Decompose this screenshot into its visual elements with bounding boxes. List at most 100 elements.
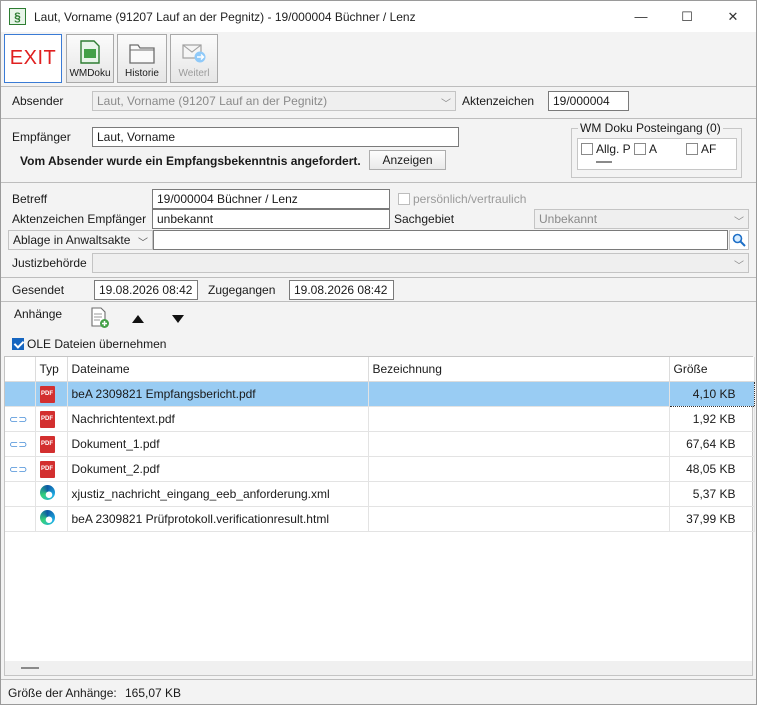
col-groesse[interactable]: Größe [669, 357, 755, 382]
file-type-cell: PDF [35, 381, 68, 407]
table-row[interactable]: ⊂⊃ PDF Dokument_1.pdf 67,64 KB [5, 431, 755, 457]
close-button[interactable]: ✕ [710, 1, 756, 32]
az-empfaenger-field[interactable]: unbekannt [152, 209, 390, 229]
absender-label: Absender [12, 94, 64, 108]
checkbox-icon [581, 143, 593, 155]
justizbehoerde-label: Justizbehörde [12, 256, 87, 270]
gesendet-field[interactable]: 19.08.2026 08:42 [94, 280, 198, 300]
chevron-down-icon: ﹀ [734, 261, 744, 272]
aktenzeichen-label: Aktenzeichen [462, 94, 535, 108]
pdf-file-icon: PDF [39, 461, 55, 478]
edge-browser-icon [39, 509, 55, 525]
add-attachment-button[interactable] [89, 307, 111, 329]
file-desc-cell[interactable] [368, 506, 670, 532]
file-type-cell [35, 481, 68, 507]
row-marker: ⊂⊃ [5, 406, 36, 432]
wm-doku-option-af[interactable]: AF [686, 142, 716, 156]
gesendet-label: Gesendet [12, 283, 65, 297]
anhaenge-label: Anhänge [14, 307, 63, 321]
file-name-cell[interactable]: xjustiz_nachricht_eingang_eeb_anforderun… [67, 481, 369, 507]
file-size-cell: 37,99 KB [669, 506, 755, 532]
row-marker [5, 481, 36, 507]
maximize-button[interactable]: ☐ [664, 1, 710, 32]
zugegangen-field[interactable]: 19.08.2026 08:42 [289, 280, 394, 300]
col-dateiname[interactable]: Dateiname [67, 357, 369, 382]
move-up-button[interactable] [131, 314, 145, 324]
file-type-cell [35, 506, 68, 532]
ablage-value: Ablage in Anwaltsakte [13, 233, 131, 247]
checkbox-icon [686, 143, 698, 155]
file-name-cell[interactable]: Nachrichtentext.pdf [67, 406, 369, 432]
forward-mail-icon [182, 44, 206, 63]
ole-checkbox[interactable]: OLE Dateien übernehmen [12, 337, 166, 351]
file-name-cell[interactable]: Dokument_1.pdf [67, 431, 369, 457]
historie-button[interactable]: Historie [117, 34, 167, 83]
move-down-button[interactable] [171, 314, 185, 324]
weiterleiten-button[interactable]: Weiterl [170, 34, 218, 83]
table-row[interactable]: ⊂⊃ PDF Dokument_2.pdf 48,05 KB [5, 456, 755, 482]
horizontal-scrollbar[interactable] [5, 661, 752, 675]
sachgebiet-select[interactable]: Unbekannt ﹀ [534, 209, 749, 229]
wmdoku-button[interactable]: WMDoku [66, 34, 114, 83]
exit-button[interactable]: EXIT [4, 34, 62, 83]
col-typ[interactable]: Typ [35, 357, 68, 382]
col-bezeichnung[interactable]: Bezeichnung [368, 357, 670, 382]
attachment-link-icon: ⊂⊃ [9, 413, 28, 426]
weiterleiten-label: Weiterl [178, 68, 210, 79]
wm-doku-option-a[interactable]: A [634, 142, 657, 156]
file-name-cell[interactable]: beA 2309821 Prüfprotokoll.verificationre… [67, 506, 369, 532]
checkbox-icon [634, 143, 646, 155]
persoenlich-checkbox[interactable]: persönlich/vertraulich [398, 192, 526, 206]
justizbehoerde-select[interactable]: ﹀ [92, 253, 749, 273]
file-desc-cell[interactable] [368, 381, 670, 407]
col-marker [5, 357, 36, 382]
wm-doku-title: WM Doku Posteingang (0) [578, 121, 723, 135]
file-name-cell[interactable]: Dokument_2.pdf [67, 456, 369, 482]
file-desc-cell[interactable] [368, 406, 670, 432]
table-row[interactable]: xjustiz_nachricht_eingang_eeb_anforderun… [5, 481, 755, 507]
chevron-down-icon: ﹀ [441, 99, 451, 110]
scroll-grip[interactable] [21, 667, 39, 669]
file-size-cell: 1,92 KB [669, 406, 755, 432]
file-desc-cell[interactable] [368, 481, 670, 507]
window-title: Laut, Vorname (91207 Lauf an der Pegnitz… [34, 9, 416, 24]
add-document-icon [91, 307, 109, 328]
table-row[interactable]: beA 2309821 Prüfprotokoll.verificationre… [5, 506, 755, 532]
anhaenge-size-value: 165,07 KB [125, 686, 182, 700]
wm-doku-groupbox: WM Doku Posteingang (0) Allg. P A AF [571, 121, 742, 178]
table-row[interactable]: PDF beA 2309821 Empfangsbericht.pdf 4,10… [5, 380, 755, 407]
attachment-link-icon: ⊂⊃ [9, 463, 28, 476]
search-button[interactable] [729, 230, 749, 250]
wmdoku-label: WMDoku [69, 68, 111, 79]
empfangsbekenntnis-notice: Vom Absender wurde ein Empfangsbekenntni… [20, 154, 361, 168]
aktenzeichen-field[interactable]: 19/000004 [548, 91, 629, 111]
betreff-field[interactable]: 19/000004 Büchner / Lenz [152, 189, 390, 209]
arrow-up-icon [132, 315, 144, 323]
file-desc-cell[interactable] [368, 456, 670, 482]
arrow-down-icon [172, 315, 184, 323]
sachgebiet-label: Sachgebiet [394, 212, 455, 226]
table-row[interactable]: ⊂⊃ PDF Nachrichtentext.pdf 1,92 KB [5, 406, 755, 432]
row-marker: ⊂⊃ [5, 431, 36, 457]
file-type-cell: PDF [35, 406, 68, 432]
zugegangen-label: Zugegangen [208, 283, 276, 297]
pdf-file-icon: PDF [39, 436, 55, 453]
wm-doku-option-allg[interactable]: Allg. P [581, 142, 631, 156]
divider [1, 679, 756, 680]
pdf-file-icon: PDF [39, 411, 55, 428]
divider [1, 118, 756, 119]
file-name-cell[interactable]: beA 2309821 Empfangsbericht.pdf [67, 381, 369, 407]
ablage-select[interactable]: Ablage in Anwaltsakte ﹀ [8, 230, 153, 250]
checkbox-checked-icon [12, 338, 24, 350]
ablage-search-input[interactable] [153, 230, 728, 250]
scroll-grip[interactable] [596, 161, 612, 163]
divider [1, 182, 756, 183]
absender-value: Laut, Vorname (91207 Lauf an der Pegnitz… [97, 94, 328, 108]
checkbox-icon [398, 193, 410, 205]
anzeigen-button[interactable]: Anzeigen [369, 150, 446, 170]
table-header-row: Typ Dateiname Bezeichnung Größe [5, 357, 755, 382]
file-desc-cell[interactable] [368, 431, 670, 457]
empfaenger-field[interactable]: Laut, Vorname [92, 127, 459, 147]
absender-select[interactable]: Laut, Vorname (91207 Lauf an der Pegnitz… [92, 91, 456, 111]
minimize-button[interactable]: — [618, 1, 664, 32]
